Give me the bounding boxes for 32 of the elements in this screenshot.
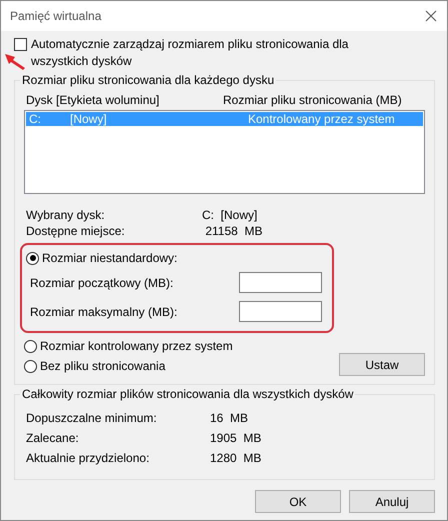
info-label: Zalecane: [26, 431, 80, 445]
info-label: Dostępne miejsce: [26, 224, 126, 238]
column-header: Rozmiar pliku stronicowania (MB) [223, 93, 403, 107]
group-title: Całkowity rozmiar plików stronicowania dla wszystkich dysków [21, 387, 354, 401]
radio-label: Bez pliku stronicowania [40, 359, 166, 373]
dialog-button[interactable]: OK [255, 490, 341, 513]
info-value: 16 MB [210, 411, 250, 425]
checkbox-label: Automatycznie zarządzaj rozmiarem pliku stronicowania dla wszystkich dysków [31, 36, 350, 70]
info-value: 1280 MB [210, 451, 262, 465]
input-field[interactable] [239, 272, 322, 293]
field-label: Rozmiar maksymalny (MB): [30, 304, 178, 318]
info-value: 21158 MB [204, 224, 264, 238]
window-title: Pamięć wirtualna [10, 9, 102, 23]
info-value: 1905 MB [210, 431, 262, 445]
input-field[interactable] [239, 301, 322, 322]
radio-button[interactable] [24, 360, 37, 372]
info-label: Aktualnie przydzielono: [26, 451, 150, 465]
set-button[interactable]: Ustaw [339, 353, 425, 376]
info-label: Dopuszczalne minimum: [26, 411, 158, 425]
checkbox[interactable] [14, 38, 27, 51]
field-label: Rozmiar początkowy (MB): [30, 276, 174, 290]
close-icon[interactable] [425, 10, 437, 22]
dialog-button[interactable]: Anuluj [349, 490, 435, 513]
radio-button[interactable] [26, 252, 39, 264]
radio-button[interactable] [24, 340, 37, 352]
radio-label: Rozmiar niestandardowy: [42, 251, 178, 265]
column-header: Dysk [Etykieta woluminu] [26, 93, 160, 107]
group-title: Rozmiar pliku stronicowania dla każdego dysku [21, 73, 276, 87]
info-label: Wybrany dysk: [26, 208, 106, 222]
annotation-arrow [4, 53, 26, 71]
info-value: C: [Nowy] [202, 208, 258, 222]
radio-label: Rozmiar kontrolowany przez system [40, 339, 233, 353]
